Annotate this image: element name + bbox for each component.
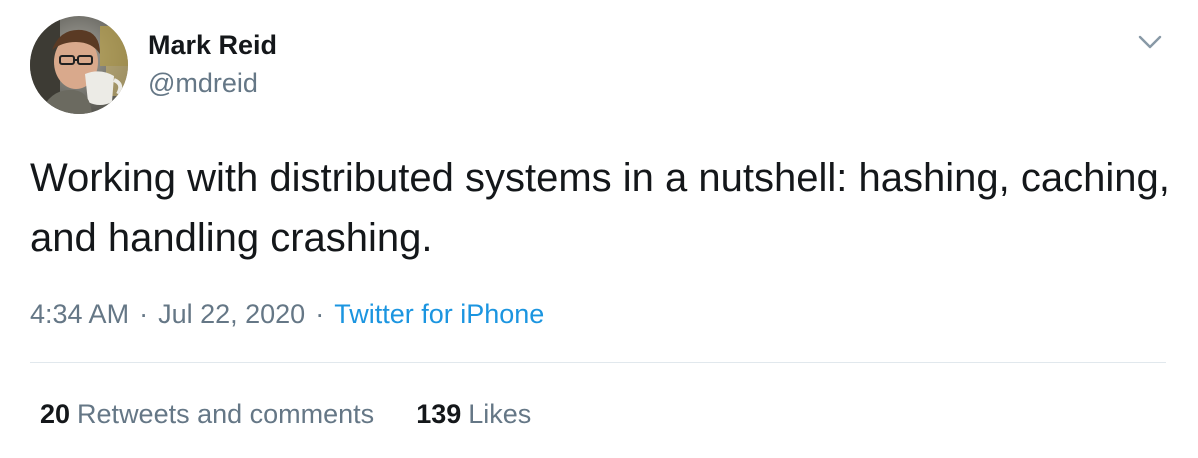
author-names: Mark Reid @mdreid — [148, 27, 277, 101]
tweet-time[interactable]: 4:34 AM — [30, 299, 129, 329]
avatar[interactable] — [30, 16, 128, 114]
tweet-source-link[interactable]: Twitter for iPhone — [334, 299, 544, 329]
likes-label: Likes — [468, 399, 532, 429]
tweet-date[interactable]: Jul 22, 2020 — [158, 299, 305, 329]
tweet-meta: 4:34 AM · Jul 22, 2020 · Twitter for iPhone — [30, 296, 544, 332]
retweets-stat[interactable]: 20 Retweets and comments — [40, 396, 374, 432]
profile-photo-icon — [30, 16, 128, 114]
meta-separator: · — [315, 299, 325, 329]
meta-separator: · — [139, 299, 149, 329]
tweet-text: Working with distributed systems in a nu… — [30, 156, 1170, 260]
tweet-card: Mark Reid @mdreid Working with distribut… — [0, 0, 1198, 458]
divider — [30, 362, 1166, 363]
tweet-header: Mark Reid @mdreid — [30, 16, 277, 114]
retweets-label: Retweets and comments — [77, 399, 375, 429]
chevron-down-icon[interactable] — [1136, 30, 1164, 54]
author-handle[interactable]: @mdreid — [148, 65, 277, 101]
retweets-count: 20 — [40, 399, 71, 429]
likes-count: 139 — [416, 399, 462, 429]
tweet-stats: 20 Retweets and comments 139 Likes — [40, 396, 531, 432]
likes-stat[interactable]: 139 Likes — [416, 396, 531, 432]
author-display-name[interactable]: Mark Reid — [148, 27, 277, 63]
